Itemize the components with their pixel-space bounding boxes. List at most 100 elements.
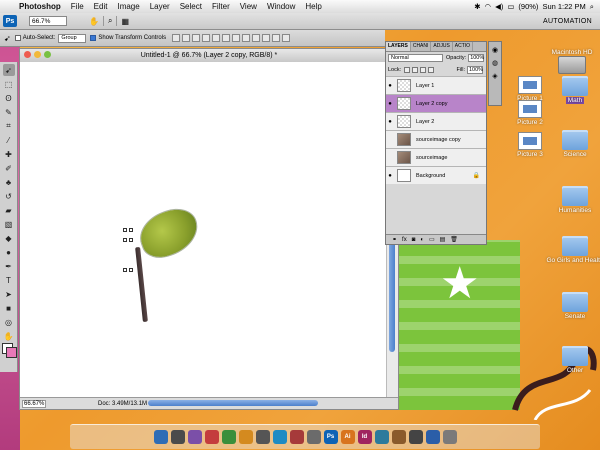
dock-app-icon[interactable]: [221, 430, 236, 444]
crop-tool-icon[interactable]: ⌗: [3, 120, 15, 132]
layer-style-icon[interactable]: fx: [402, 237, 407, 243]
distribute-center-icon[interactable]: [272, 34, 281, 42]
link-layers-icon[interactable]: ⚭: [392, 236, 397, 243]
lock-all-icon[interactable]: [428, 67, 435, 73]
show-transform-checkbox[interactable]: [90, 35, 97, 41]
lock-transparent-icon[interactable]: [404, 67, 411, 73]
dock-app-icon[interactable]: [272, 430, 287, 444]
spotlight-icon[interactable]: ⌕: [590, 2, 594, 12]
lasso-tool-icon[interactable]: ʘ: [3, 92, 15, 104]
dock-app-icon[interactable]: [425, 430, 440, 444]
visibility-eye-icon[interactable]: ●: [386, 83, 394, 89]
visibility-eye-icon[interactable]: ●: [386, 119, 394, 125]
adjustment-layer-icon[interactable]: ◐: [420, 237, 424, 243]
transform-handle[interactable]: [123, 268, 127, 272]
wifi-icon[interactable]: ◠: [485, 2, 492, 11]
desktop-item[interactable]: Go Girls and Health: [545, 236, 600, 264]
desktop-item[interactable]: Humanities: [545, 186, 600, 214]
brush-tool-icon[interactable]: ✐: [3, 162, 15, 174]
blend-mode-select[interactable]: Normal: [388, 54, 443, 62]
menu-filter[interactable]: Filter: [207, 2, 235, 11]
dock-app-icon[interactable]: [187, 430, 202, 444]
menu-image[interactable]: Image: [112, 2, 144, 11]
marquee-tool-icon[interactable]: ⬚: [3, 78, 15, 90]
shape-tool-icon[interactable]: ■: [3, 302, 15, 314]
zoom-level-select[interactable]: 66.7%: [29, 16, 67, 26]
menu-clock[interactable]: Sun 1:22 PM: [542, 2, 585, 11]
menu-file[interactable]: File: [66, 2, 89, 11]
layer-row[interactable]: sourceimage copy: [386, 130, 486, 148]
swatches-panel-icon[interactable]: ◈: [492, 72, 497, 80]
minimize-window-icon[interactable]: [34, 51, 41, 58]
align-right-icon[interactable]: [222, 34, 231, 42]
dock-app-icon[interactable]: [238, 430, 253, 444]
move-tool-icon[interactable]: ➹: [2, 64, 15, 76]
dock-app-icon[interactable]: [255, 430, 270, 444]
align-left-icon[interactable]: [202, 34, 211, 42]
transform-handle[interactable]: [129, 228, 133, 232]
new-group-icon[interactable]: ▭: [429, 236, 435, 243]
menu-app-name[interactable]: Photoshop: [14, 2, 66, 11]
zoom-window-icon[interactable]: [44, 51, 51, 58]
history-panel-icon[interactable]: ◉: [492, 46, 498, 54]
transform-handle[interactable]: [129, 268, 133, 272]
tab-channels[interactable]: CHANI: [411, 42, 432, 51]
horizontal-scroll-thumb[interactable]: [148, 400, 318, 406]
status-zoom-field[interactable]: 66.67%: [22, 399, 46, 408]
dock-app-icon[interactable]: [289, 430, 304, 444]
dock-app-icon[interactable]: [204, 430, 219, 444]
layer-row[interactable]: ● Background 🔒: [386, 166, 486, 184]
layer-row[interactable]: sourceimage: [386, 148, 486, 166]
layer-row[interactable]: ● Layer 1: [386, 76, 486, 94]
layer-row[interactable]: ● Layer 2 copy: [386, 94, 486, 112]
desktop-item[interactable]: Science: [545, 130, 600, 158]
menu-edit[interactable]: Edit: [89, 2, 113, 11]
new-layer-icon[interactable]: ▤: [440, 236, 446, 243]
type-tool-icon[interactable]: T: [3, 274, 15, 286]
color-panel-icon[interactable]: ◍: [492, 59, 498, 67]
desktop-item[interactable]: Math: [545, 76, 600, 104]
background-color-swatch[interactable]: [6, 347, 17, 358]
align-top-icon[interactable]: [172, 34, 181, 42]
auto-select-checkbox[interactable]: [14, 35, 21, 41]
pen-tool-icon[interactable]: ✒: [3, 260, 15, 272]
dock-app-icon[interactable]: [408, 430, 423, 444]
visibility-eye-icon[interactable]: ●: [386, 173, 394, 179]
fill-input[interactable]: 100%: [467, 66, 483, 74]
document-canvas[interactable]: [20, 62, 387, 399]
dock-app-icon[interactable]: Id: [357, 430, 372, 444]
tab-actions[interactable]: ACTIO: [453, 42, 474, 51]
tab-layers[interactable]: LAYERS: [386, 42, 411, 51]
path-selection-tool-icon[interactable]: ➤: [3, 288, 15, 300]
hand-tool-icon[interactable]: ✋: [89, 17, 99, 26]
dock-app-icon[interactable]: [374, 430, 389, 444]
volume-icon[interactable]: ◀): [495, 2, 503, 11]
battery-icon[interactable]: ▭: [507, 2, 514, 11]
close-window-icon[interactable]: [24, 51, 31, 58]
dock-app-icon[interactable]: Ps: [323, 430, 338, 444]
document-size-info[interactable]: Doc: 3.49M/13.1M: [98, 401, 147, 407]
menu-layer[interactable]: Layer: [145, 2, 175, 11]
menu-help[interactable]: Help: [300, 2, 326, 11]
blur-tool-icon[interactable]: ◆: [3, 232, 15, 244]
history-brush-tool-icon[interactable]: ↺: [3, 190, 15, 202]
opacity-input[interactable]: 100%: [468, 54, 484, 62]
transform-handle[interactable]: [129, 238, 133, 242]
menu-view[interactable]: View: [235, 2, 262, 11]
tab-adjustments[interactable]: ADJUS: [431, 42, 453, 51]
lock-position-icon[interactable]: [420, 67, 427, 73]
eraser-tool-icon[interactable]: ▰: [3, 204, 15, 216]
healing-brush-tool-icon[interactable]: ✚: [3, 148, 15, 160]
lock-pixels-icon[interactable]: [412, 67, 419, 73]
layer-row[interactable]: ● Layer 2: [386, 112, 486, 130]
dock-app-icon[interactable]: [153, 430, 168, 444]
quick-select-tool-icon[interactable]: ✎: [3, 106, 15, 118]
desktop-item[interactable]: Macintosh HD: [542, 48, 600, 74]
distribute-bottom-icon[interactable]: [252, 34, 261, 42]
3d-rotate-tool-icon[interactable]: ◎: [3, 316, 15, 328]
distribute-top-icon[interactable]: [232, 34, 241, 42]
align-middle-icon[interactable]: [182, 34, 191, 42]
menu-window[interactable]: Window: [262, 2, 300, 11]
desktop-item[interactable]: Senate: [545, 292, 600, 320]
workspace-switcher[interactable]: AUTOMATION: [543, 18, 592, 25]
